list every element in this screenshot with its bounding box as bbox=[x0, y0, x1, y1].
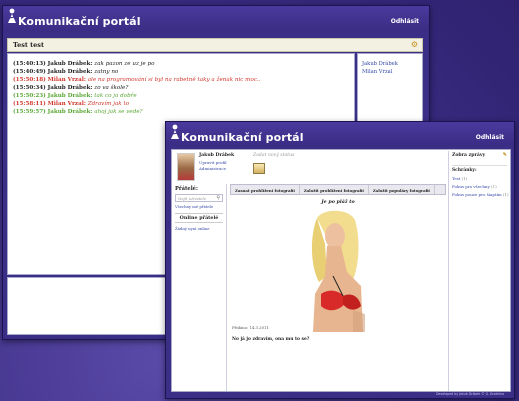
message-item[interactable]: Pokus pro všechny (1) bbox=[452, 184, 507, 189]
chat-message: (15:58:11) Milan Vrzal: Zdravím jak to bbox=[13, 101, 130, 107]
logout-link[interactable]: Odhlásit bbox=[391, 18, 419, 25]
friends-sidebar: Přátelé: Najít uživatele ⚲ Všechny mé př… bbox=[172, 184, 227, 391]
app-title: Komunikační portál bbox=[18, 15, 141, 28]
title-bar: Komunikační portál Odhlásit bbox=[166, 122, 514, 146]
friends-heading: Přátelé: bbox=[175, 186, 198, 192]
friend-search-input[interactable]: Najít uživatele ⚲ bbox=[175, 194, 223, 202]
app-title: Komunikační portál bbox=[181, 131, 304, 144]
chat-message: (15:50:18) Milan Vrzal: ale na programov… bbox=[13, 77, 261, 83]
online-friends-heading: Online přátelé bbox=[175, 213, 223, 223]
status-input[interactable]: Zadat nový status bbox=[253, 153, 294, 158]
chat-user[interactable]: Milan Vrzal bbox=[362, 68, 418, 76]
tab-photos-1[interactable]: Zasnat prohlížení fotografii bbox=[231, 185, 300, 194]
avatar[interactable] bbox=[177, 153, 195, 181]
online-friends-empty: Žádný nyní online bbox=[175, 226, 210, 231]
messages-heading: Zobra zprávy bbox=[452, 153, 486, 158]
close-room-icon[interactable]: ⚙ bbox=[411, 40, 418, 49]
chat-message: (15:50:34) Jakub Drábek: zo va škole? bbox=[13, 85, 129, 91]
chat-message: (15:59:57) Jakub Drábek: ahoj jak se ved… bbox=[13, 109, 143, 115]
tab-photos-2[interactable]: Založit prohlížení fotografii bbox=[300, 185, 369, 194]
chat-message: (15:50:23) Jakub Drábek: tak co ja dobře bbox=[13, 93, 137, 99]
portal-logo-icon bbox=[171, 124, 179, 139]
tab-photos-3[interactable]: Založit populáry fotografii bbox=[369, 185, 435, 194]
folder-icon[interactable] bbox=[253, 163, 265, 174]
blog-window: Komunikační portál Odhlásit Jakub Drábek… bbox=[165, 121, 515, 399]
messages-panel: Zobra zprávy ✎ Schránky: Test (1) Pokus … bbox=[448, 151, 510, 391]
administration-link[interactable]: Administrace bbox=[199, 166, 226, 171]
portal-logo-icon bbox=[8, 8, 16, 23]
photo-tabs: Zasnat prohlížení fotografii Založit pro… bbox=[230, 184, 446, 195]
chat-room-name: Test test bbox=[13, 41, 44, 49]
profile-name: Jakub Drábek bbox=[199, 153, 235, 158]
edit-profile-link[interactable]: Upravit profil bbox=[199, 160, 226, 165]
post-date: Přidáno: 14.3.2011 bbox=[232, 325, 269, 330]
chat-message: (15:40:13) Jakub Drábek: zak pazon ze uz… bbox=[13, 61, 155, 67]
profile-box: Jakub Drábek Upravit profil Administrace bbox=[177, 153, 234, 185]
inbox-heading: Schránky: bbox=[452, 165, 507, 173]
post-title: Je po pláž to bbox=[321, 199, 355, 205]
chat-message: (15:40:49) Jakub Drábek: zatny no bbox=[13, 69, 119, 75]
all-friends-link[interactable]: Všechny mé přátele bbox=[172, 202, 226, 209]
message-item[interactable]: Pokus pouze pro šiaptím (1) bbox=[452, 192, 509, 197]
blog-content: Jakub Drábek Upravit profil Administrace… bbox=[171, 149, 511, 392]
search-icon[interactable]: ⚲ bbox=[216, 195, 220, 201]
chat-room-header: Test test ⚙ bbox=[7, 38, 423, 52]
footer: Developed by Jakub Drábek © G. Krzdelna bbox=[436, 392, 504, 396]
logout-link[interactable]: Odhlásit bbox=[476, 134, 504, 141]
chat-user[interactable]: Jakub Drábek bbox=[362, 60, 418, 68]
post-photo[interactable] bbox=[303, 210, 369, 332]
settings-icon[interactable]: ✎ bbox=[503, 152, 507, 158]
message-item[interactable]: Test (1) bbox=[452, 176, 507, 181]
title-bar: Komunikační portál Odhlásit bbox=[3, 6, 429, 32]
post-text: No já jo zdravím, ona mu to se? bbox=[232, 337, 310, 342]
